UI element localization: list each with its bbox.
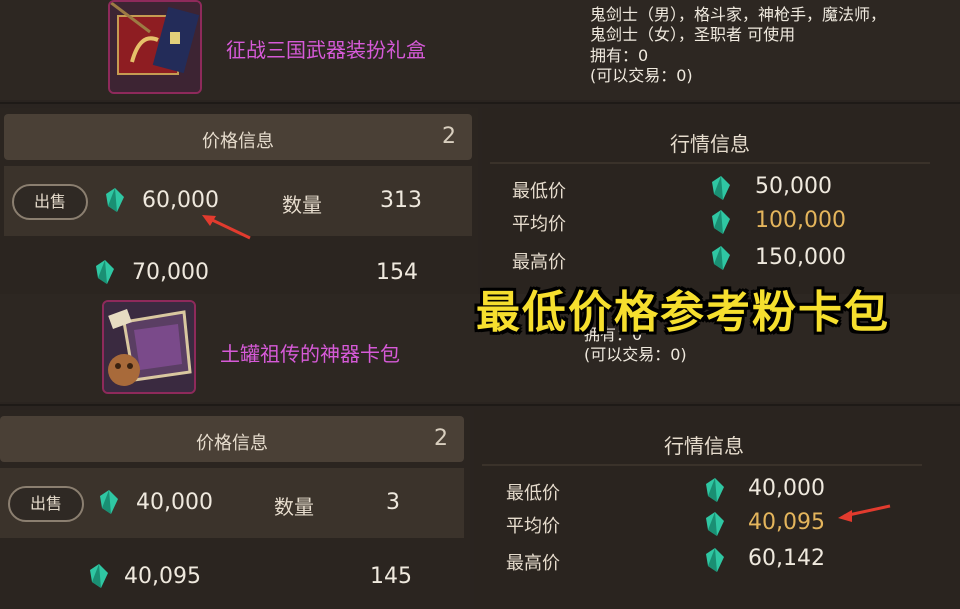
item1-name[interactable]: 征战三国武器装扮礼盒 [226,34,426,63]
gift-box-icon [110,2,200,92]
max-price-value: 60,142 [748,546,825,571]
item1-second-row[interactable]: 70,000 154 [4,250,472,294]
gem-icon [106,188,124,212]
market-info-title: 行情信息 [664,434,744,458]
market-divider [482,464,922,466]
avg-price-value: 100,000 [755,208,846,233]
qty-label: 数量 [282,193,322,217]
sell-price: 60,000 [142,188,219,213]
second-qty: 154 [376,260,418,285]
item2-second-row[interactable]: 40,095 145 [0,552,464,600]
avg-price-value: 40,095 [748,510,825,535]
second-price: 70,000 [132,260,209,285]
item2-tradable: (可以交易：0) [584,345,687,364]
max-price-value: 150,000 [755,245,846,270]
second-qty: 145 [370,564,412,589]
gem-icon [712,176,730,200]
avg-price-label: 平均价 [512,214,566,235]
sell-button[interactable]: 出售 [12,184,88,220]
price-info-title: 价格信息 [202,131,274,152]
avg-price-label: 平均价 [506,516,560,537]
item1-owned: 拥有：0 [590,46,649,65]
gem-icon [100,490,118,514]
market-info-title: 行情信息 [670,132,750,156]
item1-price-header: 价格信息 2 [4,114,472,160]
gem-icon [706,512,724,536]
red-arrow-icon [838,504,891,522]
sell-price: 40,000 [136,490,213,515]
item1-desc-line1: 鬼剑士（男），格斗家，神枪手，魔法师， [590,5,887,24]
price-info-title: 价格信息 [196,433,268,454]
min-price-label: 最低价 [506,483,560,504]
sell-button[interactable]: 出售 [8,486,84,522]
min-price-value: 50,000 [755,174,832,199]
divider [0,404,960,406]
gem-icon [712,210,730,234]
min-price-label: 最低价 [512,181,566,202]
red-arrow-icon [202,215,251,240]
max-price-label: 最高价 [512,252,566,273]
qty-label: 数量 [274,495,314,519]
divider [0,102,960,104]
second-price: 40,095 [124,564,201,589]
item2-name[interactable]: 土罐祖传的神器卡包 [220,338,400,367]
item1-tradable: (可以交易：0) [590,66,693,85]
gem-icon [96,260,114,284]
market-divider [490,162,930,164]
min-price-value: 40,000 [748,476,825,501]
item2-price-header: 价格信息 2 [0,416,464,462]
item2-icon[interactable] [102,300,196,394]
price-info-count: 2 [442,124,456,149]
gem-icon [90,564,108,588]
item2-sell-row[interactable]: 出售 40,000 数量 3 [0,468,464,538]
card-pack-icon [104,302,194,392]
gem-icon [706,478,724,502]
price-info-count: 2 [434,426,448,451]
item1-desc-line2: 鬼剑士（女），圣职者 可使用 [590,25,796,44]
item1-icon[interactable] [108,0,202,94]
max-price-label: 最高价 [506,553,560,574]
qty-value: 313 [380,188,422,213]
gem-icon [712,246,730,270]
gem-icon [706,548,724,572]
qty-value: 3 [386,490,400,515]
overlay-caption: 最低价格参考粉卡包 [476,287,890,338]
